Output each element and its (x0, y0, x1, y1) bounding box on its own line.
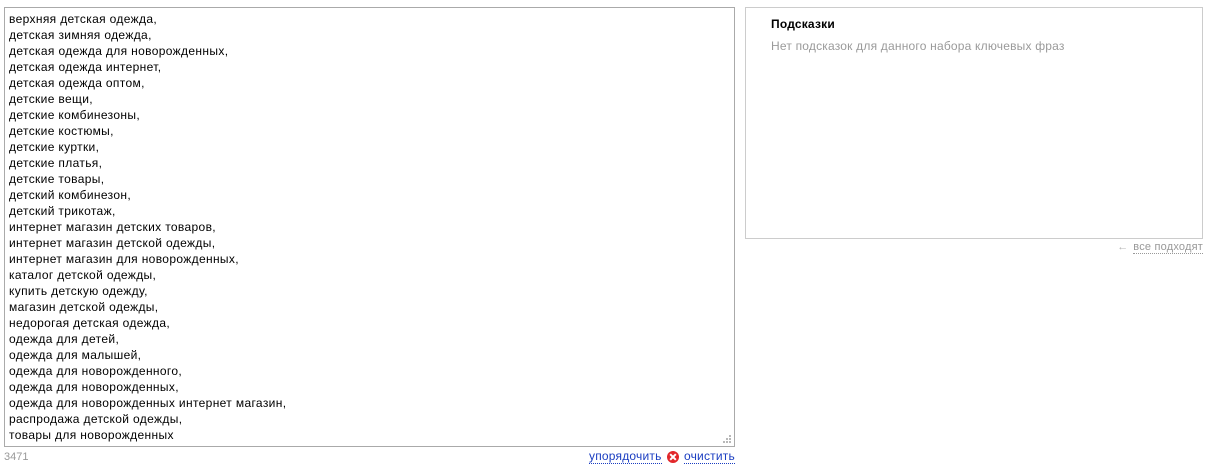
resize-grip-icon[interactable] (722, 434, 732, 444)
keyword-line: детская зимняя одежда, (9, 28, 152, 42)
keyword-line: одежда для новорожденных интернет магази… (9, 396, 287, 410)
char-counter: 3471 (4, 451, 29, 463)
arrow-left-icon: ← (1117, 241, 1129, 253)
hints-empty-message: Нет подсказок для данного набора ключевы… (771, 39, 1065, 53)
keyword-line: детские вещи, (9, 92, 93, 106)
keywords-list: верхняя детская одежда, детская зимняя од… (9, 11, 286, 443)
hints-title: Подсказки (771, 17, 835, 31)
keyword-line: детский комбинезон, (9, 188, 132, 202)
clear-icon[interactable] (667, 451, 679, 463)
keyword-line: детская одежда для новорожденных, (9, 44, 229, 58)
keyword-line: одежда для малышей, (9, 348, 142, 362)
keyword-line: детские комбинезоны, (9, 108, 141, 122)
keyword-line: каталог детской одежды, (9, 268, 157, 282)
keyword-line: распродажа детской одежды, (9, 412, 183, 426)
all-fit-label: все подходят (1133, 241, 1203, 254)
keyword-line: товары для новорожденных (9, 428, 174, 442)
keyword-line: детские костюмы, (9, 124, 114, 138)
keyword-line: интернет магазин детской одежды, (9, 236, 216, 250)
keyword-line: одежда для детей, (9, 332, 120, 346)
keyword-line: интернет магазин для новорожденных, (9, 252, 239, 266)
keyword-line: купить детскую одежду, (9, 284, 148, 298)
keyword-line: интернет магазин детских товаров, (9, 220, 216, 234)
keyword-line: детские товары, (9, 172, 105, 186)
keyword-line: детская одежда оптом, (9, 76, 145, 90)
keyword-line: детские куртки, (9, 140, 100, 154)
page: верхняя детская одежда, детская зимняя од… (0, 0, 1212, 470)
sort-button[interactable]: упорядочить (589, 450, 662, 464)
keyword-line: недорогая детская одежда, (9, 316, 171, 330)
keyword-line: одежда для новорожденного, (9, 364, 183, 378)
keyword-line: детский трикотаж, (9, 204, 116, 218)
keyword-line: одежда для новорожденных, (9, 380, 179, 394)
keywords-textarea[interactable]: верхняя детская одежда, детская зимняя од… (4, 7, 735, 447)
hints-panel: Подсказки Нет подсказок для данного набо… (745, 7, 1203, 239)
keyword-line: верхняя детская одежда, (9, 12, 158, 26)
all-fit-link[interactable]: ← все подходят (1117, 241, 1203, 254)
keyword-line: детская одежда интернет, (9, 60, 162, 74)
clear-button[interactable]: очистить (684, 450, 735, 464)
keyword-line: детские платья, (9, 156, 103, 170)
keyword-line: магазин детской одежды, (9, 300, 159, 314)
